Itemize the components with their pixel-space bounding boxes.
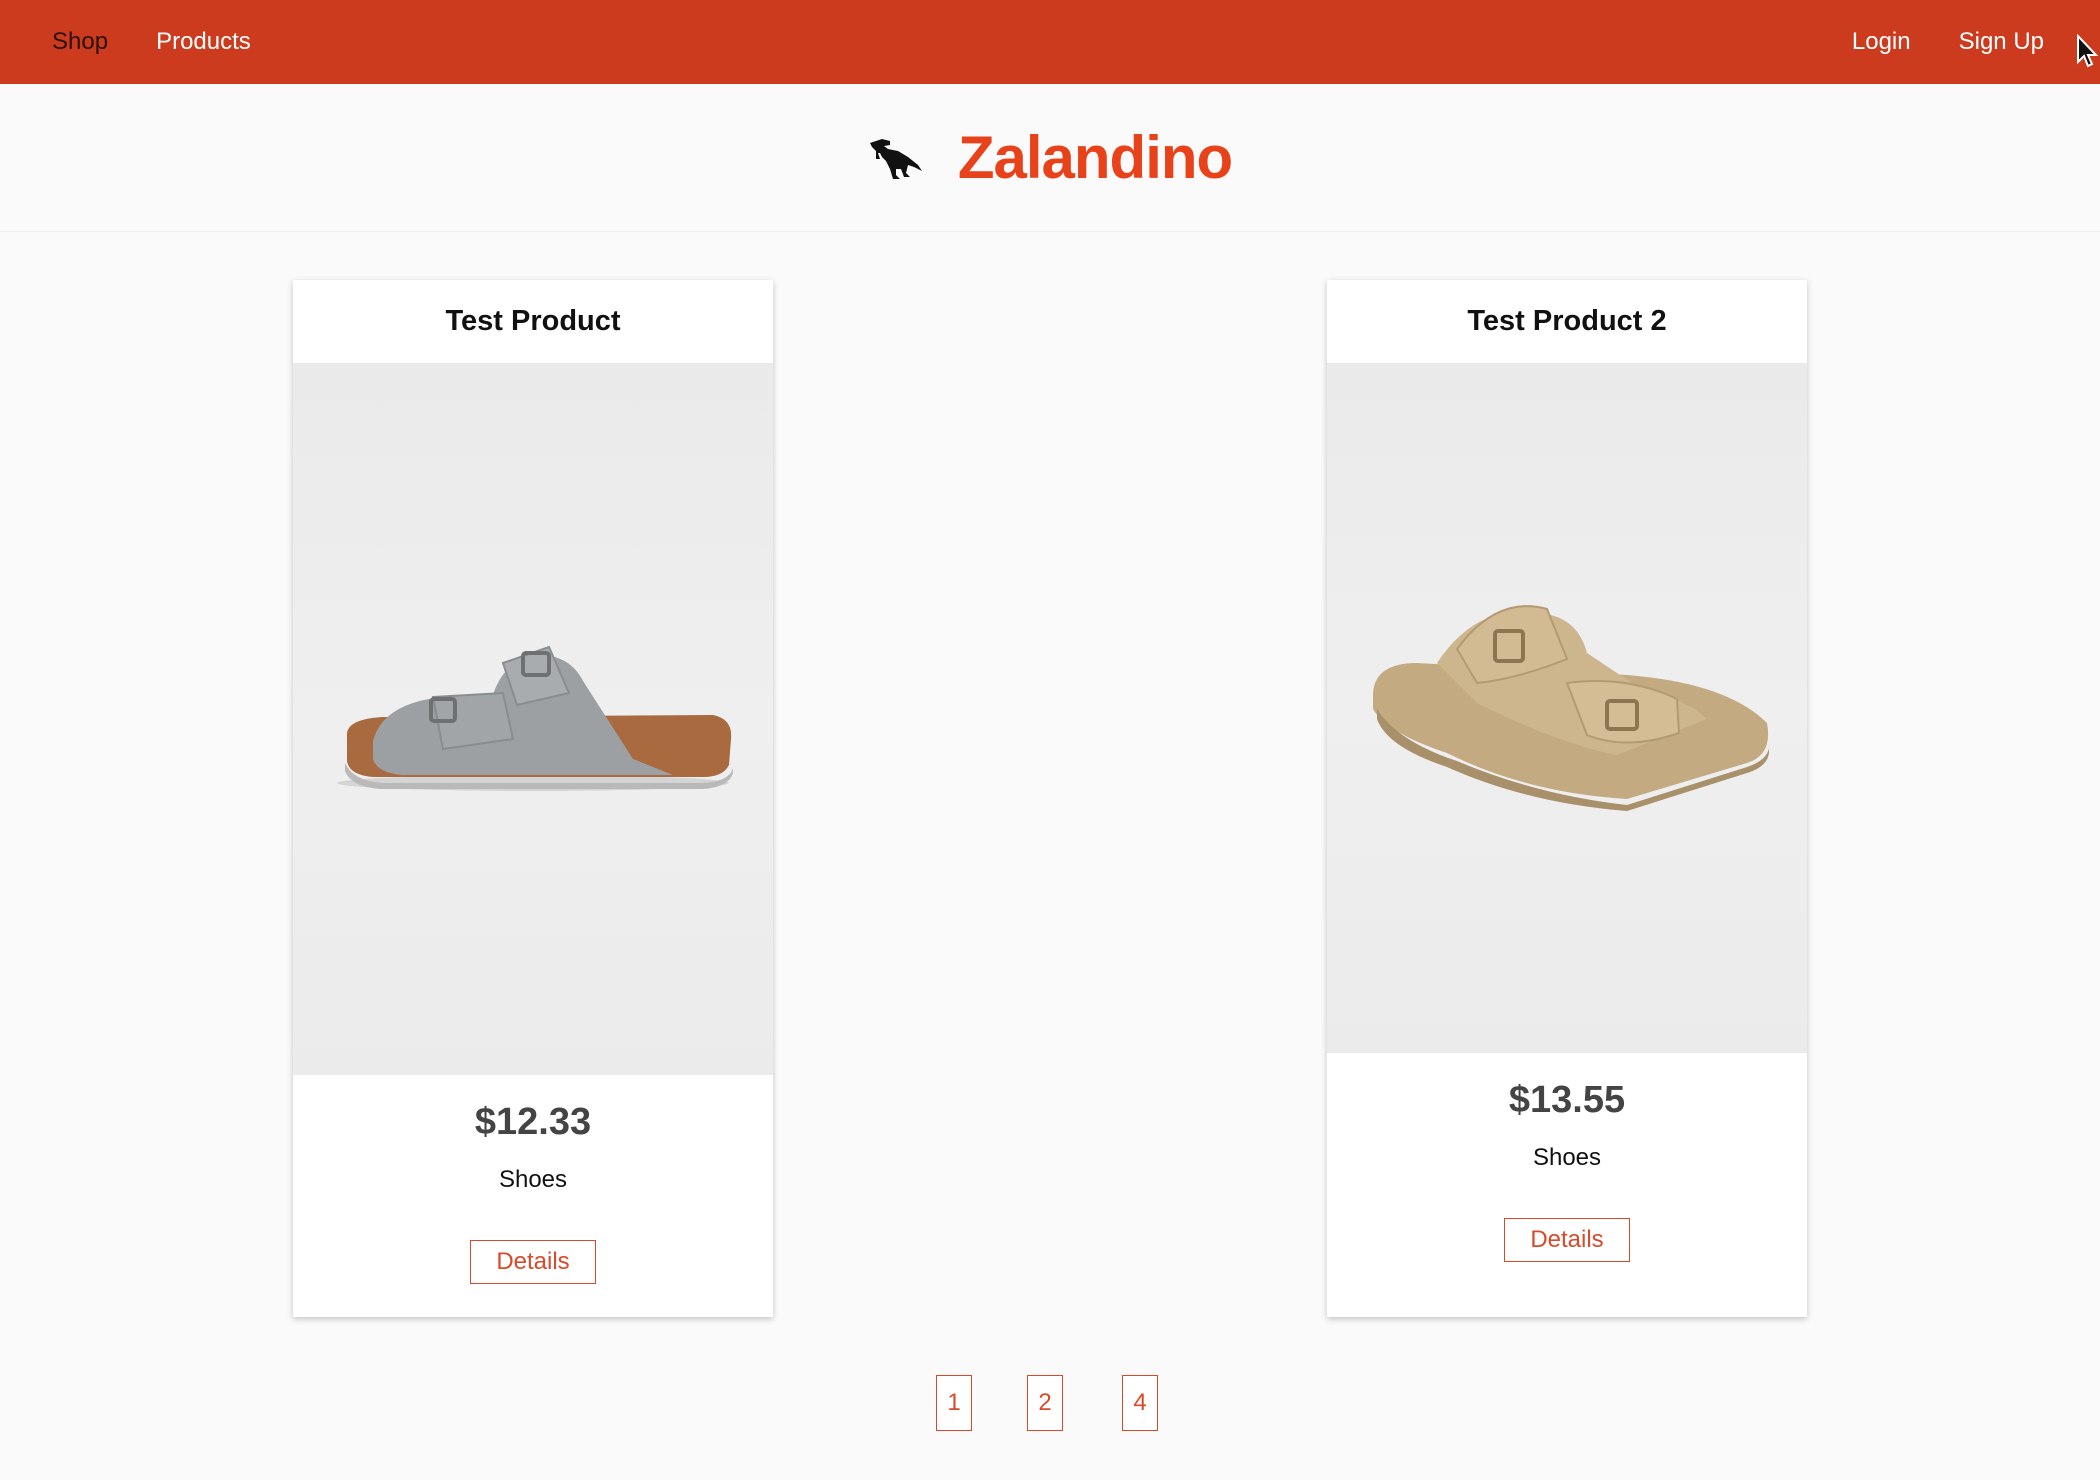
product-category: Shoes [498, 1166, 568, 1193]
pagination: 1 2 4 [0, 1375, 2100, 1431]
product-image-beige-sandal[interactable] [1327, 363, 1807, 1053]
page-button-4[interactable]: 4 [1122, 1375, 1158, 1431]
top-navbar: Shop Products Login Sign Up [0, 0, 2100, 84]
nav-right: Login Sign Up [1852, 28, 2044, 56]
product-title: Test Product 2 [1467, 305, 1667, 337]
nav-products-link[interactable]: Products [156, 28, 251, 56]
product-card: Test Product 2 $13.55 Shoes Details [1327, 280, 1807, 1317]
brand-name[interactable]: Zalandino [958, 123, 1233, 192]
nav-login-link[interactable]: Login [1852, 28, 1911, 56]
dinosaur-icon [869, 138, 922, 179]
product-image-grey-sandal[interactable] [293, 363, 773, 1075]
nav-left: Shop Products [52, 28, 251, 56]
sandal-image [337, 645, 733, 791]
product-title: Test Product [445, 305, 621, 337]
nav-shop-link[interactable]: Shop [52, 28, 108, 56]
product-price: $13.55 [1508, 1079, 1626, 1121]
nav-signup-link[interactable]: Sign Up [1959, 28, 2044, 56]
details-button[interactable]: Details [1504, 1218, 1630, 1262]
brand-header: Zalandino [0, 84, 2100, 232]
product-category: Shoes [1532, 1144, 1602, 1171]
details-button[interactable]: Details [470, 1240, 596, 1284]
page-button-1[interactable]: 1 [936, 1375, 972, 1431]
page-button-2[interactable]: 2 [1027, 1375, 1063, 1431]
mouse-cursor-icon [2077, 34, 2099, 68]
product-price: $12.33 [474, 1101, 592, 1143]
sandal-image [1373, 605, 1770, 811]
product-card: Test Product $12.33 Shoes Details [293, 280, 773, 1317]
